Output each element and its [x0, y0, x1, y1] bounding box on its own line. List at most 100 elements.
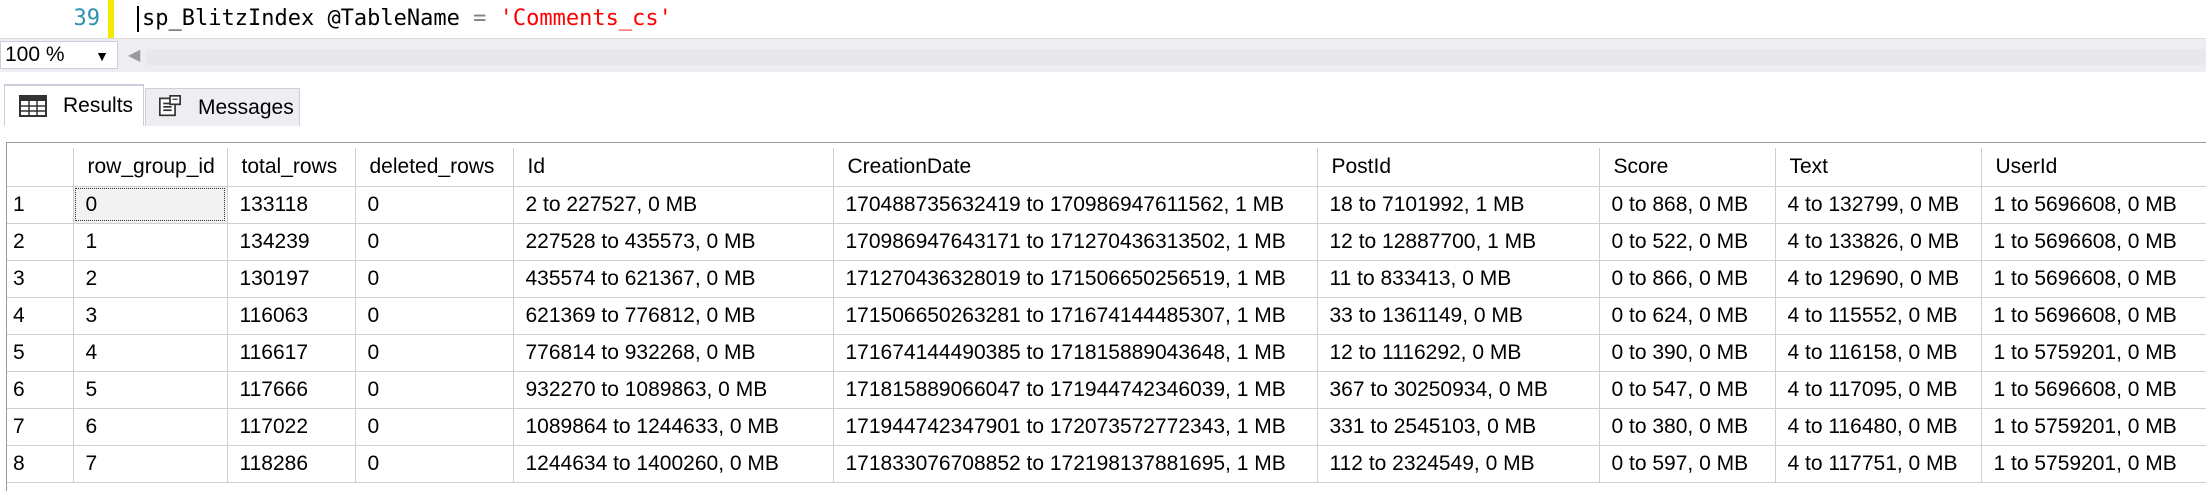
grid-cell[interactable]: 171674144490385 to 171815889043648, 1 MB — [833, 334, 1318, 372]
row-number-header[interactable] — [7, 148, 74, 187]
code-line[interactable]: sp_BlitzIndex @TableName = 'Comments_cs' — [142, 0, 672, 38]
grid-cell[interactable]: 2 — [73, 260, 228, 298]
column-header[interactable]: Id — [513, 148, 834, 187]
grid-cell[interactable]: 4 to 116480, 0 MB — [1775, 408, 1982, 446]
column-header[interactable]: PostId — [1317, 148, 1600, 187]
grid-cell[interactable]: 331 to 2545103, 0 MB — [1317, 408, 1600, 446]
horizontal-scrollbar[interactable] — [146, 49, 2206, 65]
grid-cell[interactable]: 1 to 5696608, 0 MB — [1981, 297, 2206, 335]
grid-cell[interactable]: 1244634 to 1400260, 0 MB — [513, 445, 834, 483]
grid-cell[interactable]: 0 to 624, 0 MB — [1599, 297, 1776, 335]
grid-cell[interactable]: 0 — [355, 334, 514, 372]
grid-cell[interactable]: 0 to 390, 0 MB — [1599, 334, 1776, 372]
grid-cell[interactable]: 1 to 5696608, 0 MB — [1981, 260, 2206, 298]
grid-cell[interactable]: 0 — [355, 186, 514, 224]
grid-cell[interactable]: 4 to 115552, 0 MB — [1775, 297, 1982, 335]
grid-cell[interactable]: 1 to 5696608, 0 MB — [1981, 223, 2206, 261]
table-row[interactable]: 3 2 130197 0 435574 to 621367, 0 MB 171270436… — [7, 260, 2206, 298]
table-row[interactable]: 4 3 116063 0 621369 to 776812, 0 MB 171506650… — [7, 297, 2206, 335]
table-row[interactable]: 6 5 117666 0 932270 to 1089863, 0 MB 17181588… — [7, 371, 2206, 409]
grid-cell[interactable]: 0 to 547, 0 MB — [1599, 371, 1776, 409]
grid-cell[interactable]: 4 to 117095, 0 MB — [1775, 371, 1982, 409]
grid-cell[interactable]: 11 to 833413, 0 MB — [1317, 260, 1600, 298]
grid-cell[interactable]: 1 to 5696608, 0 MB — [1981, 186, 2206, 224]
grid-cell[interactable]: 4 to 132799, 0 MB — [1775, 186, 1982, 224]
column-header[interactable]: CreationDate — [833, 148, 1318, 187]
grid-cell[interactable]: 5 — [73, 371, 228, 409]
grid-cell[interactable]: 4 to 133826, 0 MB — [1775, 223, 1982, 261]
grid-cell[interactable]: 112 to 2324549, 0 MB — [1317, 445, 1600, 483]
tab-results[interactable]: Results — [4, 84, 144, 126]
row-number[interactable]: 6 — [7, 371, 74, 409]
row-number[interactable]: 2 — [7, 223, 74, 261]
grid-cell[interactable]: 0 — [355, 408, 514, 446]
grid-cell[interactable]: 1 to 5759201, 0 MB — [1981, 334, 2206, 372]
grid-cell[interactable]: 4 — [73, 334, 228, 372]
column-header[interactable]: UserId — [1981, 148, 2206, 187]
grid-cell[interactable]: 0 — [355, 260, 514, 298]
grid-cell[interactable]: 117666 — [227, 371, 356, 409]
grid-cell[interactable]: 1 — [73, 223, 228, 261]
grid-cell[interactable]: 170488735632419 to 170986947611562, 1 MB — [833, 186, 1318, 224]
column-header[interactable]: Score — [1599, 148, 1776, 187]
zoom-dropdown[interactable]: 100 % ▼ — [0, 41, 118, 69]
grid-cell[interactable]: 171944742347901 to 172073572772343, 1 MB — [833, 408, 1318, 446]
grid-cell[interactable]: 171506650263281 to 171674144485307, 1 MB — [833, 297, 1318, 335]
grid-cell[interactable]: 134239 — [227, 223, 356, 261]
grid-cell[interactable]: 776814 to 932268, 0 MB — [513, 334, 834, 372]
grid-cell[interactable]: 0 to 868, 0 MB — [1599, 186, 1776, 224]
grid-cell[interactable]: 4 to 129690, 0 MB — [1775, 260, 1982, 298]
grid-cell[interactable]: 116617 — [227, 334, 356, 372]
table-row[interactable]: 8 7 118286 0 1244634 to 1400260, 0 MB 1718330… — [7, 445, 2206, 483]
grid-cell[interactable]: 7 — [73, 445, 228, 483]
column-header[interactable]: total_rows — [227, 148, 356, 187]
grid-cell[interactable]: 133118 — [227, 186, 356, 224]
query-editor[interactable]: 39 sp_BlitzIndex @TableName = 'Comments_… — [0, 0, 2206, 38]
grid-cell[interactable]: 171270436328019 to 171506650256519, 1 MB — [833, 260, 1318, 298]
row-number[interactable]: 4 — [7, 297, 74, 335]
row-number[interactable]: 8 — [7, 445, 74, 483]
grid-cell[interactable]: 2 to 227527, 0 MB — [513, 186, 834, 224]
grid-cell[interactable]: 170986947643171 to 171270436313502, 1 MB — [833, 223, 1318, 261]
table-row[interactable]: 2 1 134239 0 227528 to 435573, 0 MB 170986947… — [7, 223, 2206, 261]
grid-cell[interactable]: 6 — [73, 408, 228, 446]
grid-cell[interactable]: 0 to 380, 0 MB — [1599, 408, 1776, 446]
grid-cell[interactable]: 3 — [73, 297, 228, 335]
row-number[interactable]: 3 — [7, 260, 74, 298]
grid-cell[interactable]: 4 to 116158, 0 MB — [1775, 334, 1982, 372]
grid-cell[interactable]: 130197 — [227, 260, 356, 298]
row-number[interactable]: 7 — [7, 408, 74, 446]
grid-cell[interactable]: 621369 to 776812, 0 MB — [513, 297, 834, 335]
row-number[interactable]: 5 — [7, 334, 74, 372]
grid-cell[interactable]: 116063 — [227, 297, 356, 335]
results-grid[interactable]: row_group_id total_rows deleted_rows Id Crea… — [7, 148, 2206, 483]
grid-cell[interactable]: 118286 — [227, 445, 356, 483]
grid-cell[interactable]: 171815889066047 to 171944742346039, 1 MB — [833, 371, 1318, 409]
column-header[interactable]: deleted_rows — [355, 148, 514, 187]
grid-cell[interactable]: 435574 to 621367, 0 MB — [513, 260, 834, 298]
table-row[interactable]: 7 6 117022 0 1089864 to 1244633, 0 MB 1719447… — [7, 408, 2206, 446]
column-header[interactable]: Text — [1775, 148, 1982, 187]
grid-cell[interactable]: 0 — [355, 371, 514, 409]
grid-cell[interactable]: 0 to 522, 0 MB — [1599, 223, 1776, 261]
grid-cell[interactable]: 1 to 5759201, 0 MB — [1981, 408, 2206, 446]
tab-messages[interactable]: Messages — [145, 88, 300, 126]
grid-cell[interactable]: 12 to 1116292, 0 MB — [1317, 334, 1600, 372]
grid-cell[interactable]: 0 — [355, 223, 514, 261]
grid-cell[interactable]: 12 to 12887700, 1 MB — [1317, 223, 1600, 261]
grid-cell[interactable]: 0 — [355, 445, 514, 483]
grid-cell[interactable]: 1 to 5696608, 0 MB — [1981, 371, 2206, 409]
table-row[interactable]: 1 0 133118 0 2 to 227527, 0 MB 17048873563241… — [7, 186, 2206, 224]
grid-cell[interactable]: 1 to 5759201, 0 MB — [1981, 445, 2206, 483]
grid-cell[interactable]: 0 to 597, 0 MB — [1599, 445, 1776, 483]
grid-cell[interactable]: 171833076708852 to 172198137881695, 1 MB — [833, 445, 1318, 483]
grid-cell[interactable]: 18 to 7101992, 1 MB — [1317, 186, 1600, 224]
grid-cell[interactable]: 0 — [73, 186, 228, 224]
column-header[interactable]: row_group_id — [73, 148, 228, 187]
grid-cell[interactable]: 227528 to 435573, 0 MB — [513, 223, 834, 261]
row-number[interactable]: 1 — [7, 186, 74, 224]
grid-cell[interactable]: 367 to 30250934, 0 MB — [1317, 371, 1600, 409]
grid-cell[interactable]: 33 to 1361149, 0 MB — [1317, 297, 1600, 335]
grid-cell[interactable]: 4 to 117751, 0 MB — [1775, 445, 1982, 483]
scroll-left-icon[interactable]: ◀ — [128, 42, 140, 70]
